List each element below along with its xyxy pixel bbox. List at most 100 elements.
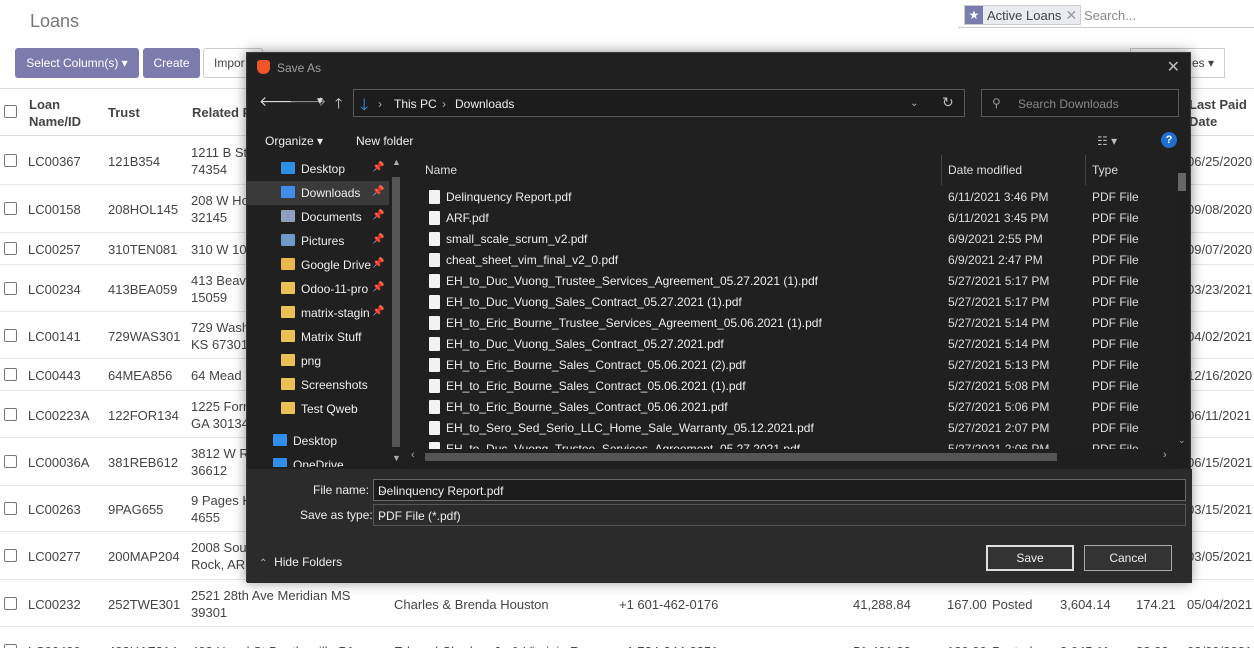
- file-row[interactable]: cheat_sheet_vim_final_v2_0.pdf 6/9/2021 2…: [417, 250, 1177, 271]
- col-loan[interactable]: Loan Name/ID: [29, 96, 81, 130]
- trust-cell: 729WAS301: [108, 329, 181, 344]
- up-arrow-icon[interactable]: 🡑: [335, 93, 342, 117]
- location-icon: [281, 162, 295, 174]
- filter-facet[interactable]: ★ Active Loans ✕: [964, 5, 1082, 25]
- file-row[interactable]: small_scale_scrum_v2.pdf 6/9/2021 2:55 PM…: [417, 229, 1177, 250]
- col-trust[interactable]: Trust: [108, 105, 140, 120]
- file-row[interactable]: EH_to_Eric_Bourne_Sales_Contract_05.06.2…: [417, 376, 1177, 397]
- scrollbar-thumb[interactable]: [392, 177, 400, 447]
- chevron-down-icon[interactable]: ⌄: [378, 508, 1179, 521]
- nav-item[interactable]: Documents 📌: [247, 205, 389, 229]
- select-all-checkbox[interactable]: [4, 105, 17, 118]
- nav-item[interactable]: OneDrive: [247, 453, 389, 467]
- nav-item[interactable]: matrix-stagin 📌: [247, 301, 389, 325]
- address-dropdown-icon[interactable]: ⌄: [910, 98, 918, 109]
- close-icon[interactable]: ✕: [1167, 57, 1180, 77]
- scroll-down-icon[interactable]: ▼: [392, 453, 401, 463]
- location-icon: [273, 458, 287, 467]
- scroll-up-icon[interactable]: ▲: [392, 157, 401, 167]
- nav-item[interactable]: Downloads 📌: [247, 181, 389, 205]
- file-row[interactable]: EH_to_Duc_Vuong_Sales_Contract_05.27.202…: [417, 334, 1177, 355]
- nav-item[interactable]: Screenshots: [247, 373, 389, 397]
- col-related[interactable]: Related P: [192, 105, 251, 120]
- col-date-modified[interactable]: Date modified: [948, 163, 1022, 177]
- search-bar[interactable]: ★ Active Loans ✕ Search...: [958, 2, 1254, 28]
- row-checkbox[interactable]: [4, 408, 17, 421]
- col-name[interactable]: Name: [425, 163, 457, 177]
- file-date-modified: 6/9/2021 2:47 PM: [948, 253, 1043, 267]
- hide-folders-button[interactable]: ⌃ Hide Folders: [259, 555, 342, 569]
- nav-item[interactable]: Matrix Stuff: [247, 325, 389, 349]
- file-row[interactable]: EH_to_Sero_Sed_Serio_LLC_Home_Sale_Warra…: [417, 418, 1177, 439]
- scroll-right-icon[interactable]: ›: [1163, 449, 1167, 461]
- row-checkbox[interactable]: [4, 644, 17, 648]
- view-options-icon[interactable]: ☷ ▾: [1097, 134, 1117, 148]
- create-button[interactable]: Create: [143, 48, 200, 78]
- file-row[interactable]: EH_to_Duc_Vuong_Sales_Contract_05.27.202…: [417, 292, 1177, 313]
- scroll-down-icon[interactable]: ⌄: [1178, 435, 1186, 446]
- file-date-modified: 5/27/2021 5:13 PM: [948, 358, 1050, 372]
- remove-facet-icon[interactable]: ✕: [1065, 7, 1080, 24]
- column-divider[interactable]: [941, 155, 942, 185]
- organize-menu[interactable]: Organize ▾: [265, 134, 323, 148]
- file-name: Delinquency Report.pdf: [446, 190, 572, 204]
- table-row[interactable]: LC00400 403HAZ314 403 Hazel St Bentleyvill…: [0, 627, 1254, 648]
- search-downloads-input[interactable]: ⚲ Search Downloads: [981, 89, 1179, 117]
- column-divider[interactable]: [1085, 155, 1086, 185]
- scrollbar-thumb[interactable]: [1178, 173, 1186, 191]
- row-checkbox[interactable]: [4, 597, 17, 610]
- file-name-input[interactable]: Delinquency Report.pdf ⌄: [373, 479, 1186, 501]
- row-checkbox[interactable]: [4, 329, 17, 342]
- file-row[interactable]: EH_to_Duc_Vuong_Trustee_Services_Agreeme…: [417, 271, 1177, 292]
- nav-item-label: Documents: [301, 210, 362, 224]
- search-placeholder[interactable]: Search...: [1084, 8, 1136, 23]
- nav-item-label: Pictures: [301, 234, 345, 248]
- file-row[interactable]: ARF.pdf 6/11/2021 3:45 PM PDF File: [417, 208, 1177, 229]
- row-checkbox[interactable]: [4, 154, 17, 167]
- row-checkbox[interactable]: [4, 368, 17, 381]
- new-folder-button[interactable]: New folder: [356, 134, 413, 148]
- row-checkbox[interactable]: [4, 202, 17, 215]
- save-as-type-select[interactable]: PDF File (*.pdf) ⌄: [373, 504, 1186, 526]
- file-type: PDF File: [1092, 274, 1139, 288]
- scroll-left-icon[interactable]: ‹: [411, 449, 415, 461]
- row-checkbox[interactable]: [4, 502, 17, 515]
- nav-item[interactable]: Google Drive 📌: [247, 253, 389, 277]
- col-last-paid[interactable]: Last Paid Date: [1189, 96, 1247, 130]
- nav-item[interactable]: Pictures 📌: [247, 229, 389, 253]
- nav-item[interactable]: Desktop 📌: [247, 157, 389, 181]
- file-name: EH_to_Eric_Bourne_Sales_Contract_05.06.2…: [446, 358, 746, 372]
- file-row[interactable]: Delinquency Report.pdf 6/11/2021 3:46 PM P…: [417, 187, 1177, 208]
- scrollbar-thumb[interactable]: [425, 453, 1057, 461]
- file-row[interactable]: EH_to_Eric_Bourne_Trustee_Services_Agree…: [417, 313, 1177, 334]
- row-checkbox[interactable]: [4, 282, 17, 295]
- col-type[interactable]: Type: [1092, 163, 1118, 177]
- nav-item[interactable]: png: [247, 349, 389, 373]
- nav-item[interactable]: Test Qweb: [247, 397, 389, 421]
- select-columns-button[interactable]: Select Column(s) ▾: [15, 48, 139, 78]
- table-row[interactable]: LC00232 252TWE301 2521 28th Ave Meridian M…: [0, 580, 1254, 627]
- nav-item[interactable]: Desktop: [247, 429, 389, 453]
- refresh-icon[interactable]: ↻: [942, 94, 954, 111]
- chevron-down-icon[interactable]: ⌄: [378, 483, 1179, 496]
- row-checkbox[interactable]: [4, 242, 17, 255]
- pin-icon: 📌: [372, 210, 385, 221]
- breadcrumb-downloads[interactable]: Downloads: [455, 97, 514, 111]
- cancel-button[interactable]: Cancel: [1084, 545, 1172, 571]
- save-button[interactable]: Save: [986, 545, 1074, 571]
- nav-pane-scrollbar[interactable]: ▲ ▼: [389, 155, 403, 467]
- file-row[interactable]: EH_to_Eric_Bourne_Sales_Contract_05.06.2…: [417, 355, 1177, 376]
- row-checkbox[interactable]: [4, 455, 17, 468]
- breadcrumb-this-pc[interactable]: This PC: [394, 97, 437, 111]
- recent-locations-chevron-icon[interactable]: ▼: [315, 96, 325, 107]
- dialog-titlebar[interactable]: Save As ✕: [247, 53, 1190, 81]
- file-row[interactable]: EH_to_Eric_Bourne_Sales_Contract_05.06.2…: [417, 397, 1177, 418]
- search-downloads-placeholder[interactable]: Search Downloads: [1018, 97, 1119, 111]
- file-list-scrollbar[interactable]: ⌄: [1175, 155, 1189, 467]
- row-checkbox[interactable]: [4, 549, 17, 562]
- address-bar[interactable]: 🡓 › This PC › Downloads ⌄ ↻: [353, 89, 965, 117]
- nav-item[interactable]: Odoo-11-pro 📌: [247, 277, 389, 301]
- file-list-hscrollbar[interactable]: ‹ ›: [407, 449, 1175, 465]
- help-icon[interactable]: ?: [1161, 132, 1177, 148]
- address-cell: 208 W Ho 32145: [191, 193, 249, 225]
